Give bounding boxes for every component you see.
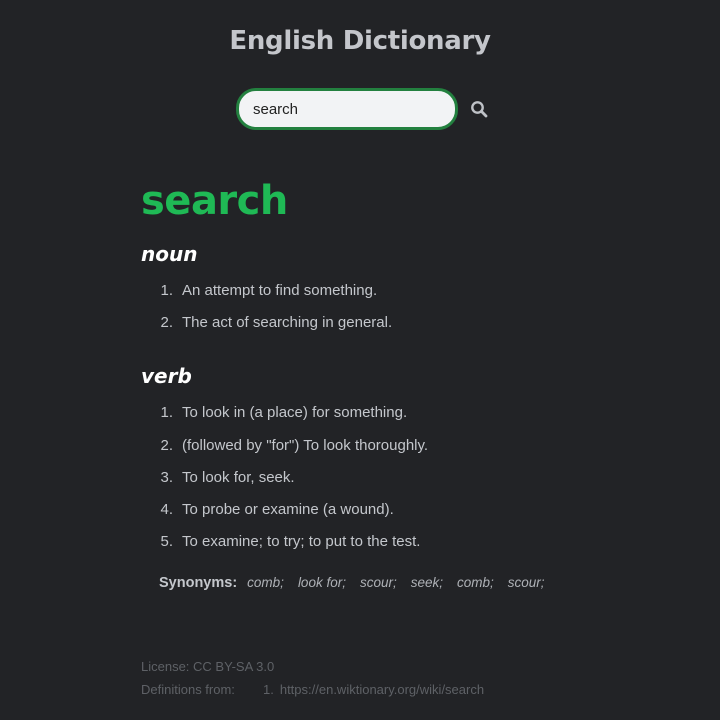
definition-text: To look in (a place) for something.: [182, 404, 408, 422]
license-text: License: CC BY-SA 3.0: [141, 659, 275, 674]
definition-text: To examine; to try; to put to the test.: [182, 533, 421, 551]
definition-item: 1. An attempt to find something.: [141, 282, 641, 300]
definition-number: 3.: [160, 468, 173, 486]
source-link[interactable]: https://en.wiktionary.org/wiki/search: [280, 678, 484, 701]
headword: search: [141, 178, 288, 224]
app-title: English Dictionary: [229, 26, 491, 56]
synonyms-label: Synonyms:: [159, 575, 238, 592]
definition-number: 5.: [160, 533, 173, 551]
definition-text: To look for, seek.: [182, 468, 295, 486]
search-icon: [471, 101, 488, 118]
noun-definitions: 1. An attempt to find something. 2. The …: [141, 282, 641, 332]
definition-item: 5. To examine; to try; to put to the tes…: [141, 533, 641, 551]
definition-item: 2. The act of searching in general.: [141, 314, 641, 332]
footer: License: CC BY-SA 3.0 Definitions from: …: [141, 655, 484, 701]
definition-number: 2.: [160, 436, 173, 454]
sources-row: Definitions from: 1. https://en.wiktiona…: [141, 678, 484, 701]
definition-number: 2.: [160, 314, 173, 332]
definition-item: 1. To look in (a place) for something.: [141, 404, 641, 422]
part-of-speech-noun: noun: [141, 242, 198, 266]
definition-item: 3. To look for, seek.: [141, 469, 641, 487]
definition-item: 2. (followed by "for") To look thoroughl…: [141, 437, 641, 455]
definition-number: 1.: [160, 404, 173, 422]
search-button[interactable]: [468, 98, 490, 120]
definition-number: 4.: [160, 501, 173, 519]
definition-item: 4. To probe or examine (a wound).: [141, 501, 641, 519]
definition-text: To probe or examine (a wound).: [182, 501, 394, 519]
search-bar: [236, 88, 490, 130]
verb-definitions: 1. To look in (a place) for something. 2…: [141, 404, 641, 551]
definition-panel: search noun 1. An attempt to find someth…: [141, 176, 641, 591]
dictionary-app: English Dictionary search noun 1. An att…: [0, 0, 720, 720]
synonym-link[interactable]: comb;: [457, 575, 494, 590]
synonym-link[interactable]: seek;: [411, 575, 443, 590]
definition-text: The act of searching in general.: [182, 314, 393, 332]
search-input[interactable]: [236, 88, 458, 130]
definition-number: 1.: [160, 282, 173, 299]
sources-label: Definitions from:: [141, 682, 235, 697]
license-row: License: CC BY-SA 3.0: [141, 655, 484, 678]
synonyms-row: Synonyms: comb; look for; scour; seek; c…: [159, 575, 641, 591]
synonym-link[interactable]: look for;: [298, 575, 346, 590]
source-number: 1.: [263, 682, 274, 697]
synonym-link[interactable]: scour;: [508, 575, 545, 590]
definition-text: An attempt to find something.: [182, 282, 378, 299]
definition-text: (followed by "for") To look thoroughly.: [182, 436, 429, 454]
synonym-link[interactable]: comb;: [247, 575, 284, 590]
part-of-speech-verb: verb: [141, 364, 192, 389]
synonym-link[interactable]: scour;: [360, 575, 397, 590]
